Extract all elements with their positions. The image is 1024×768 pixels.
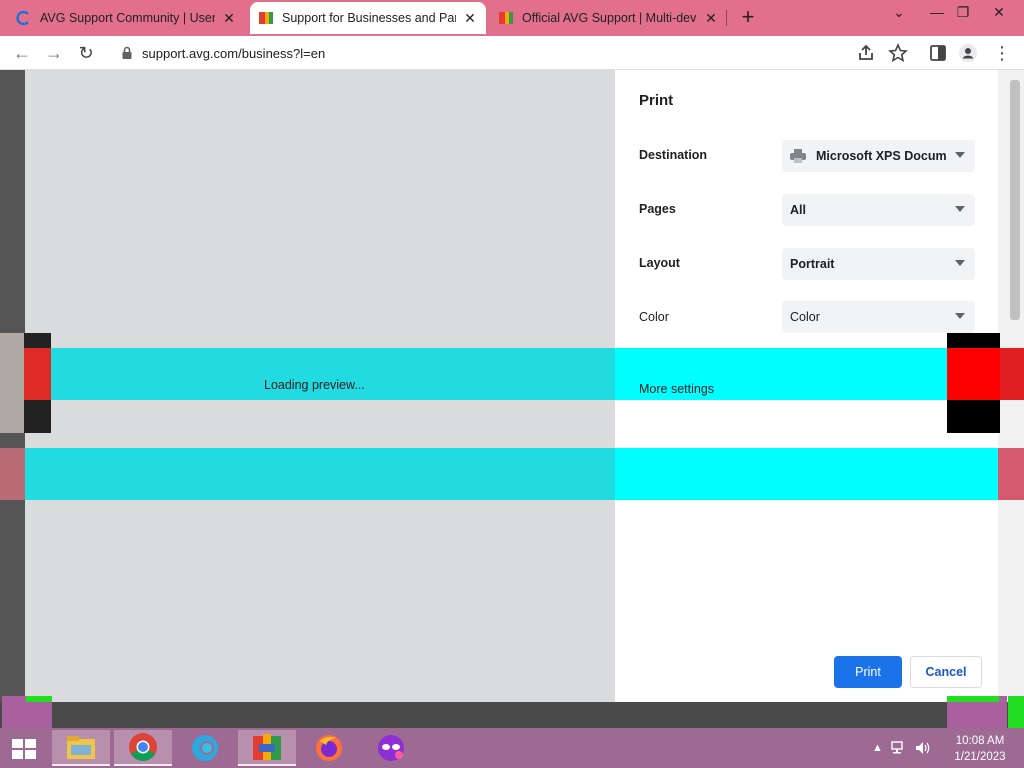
firefox-icon <box>316 735 342 761</box>
close-tab-icon[interactable]: ✕ <box>462 10 478 27</box>
color-select[interactable]: Color <box>782 301 975 333</box>
incognito-app-icon <box>378 735 404 761</box>
overlay-band-top <box>0 348 1024 400</box>
bottom-right-green-edge <box>1008 696 1024 728</box>
dropdown-arrow-icon <box>955 206 965 212</box>
system-tray: ▲ <box>872 736 931 760</box>
taskbar-avg[interactable] <box>238 730 296 766</box>
taskbar-firefox[interactable] <box>300 730 358 766</box>
pages-label: Pages <box>639 202 676 216</box>
color-value: Color <box>790 310 820 324</box>
right-artifact-red <box>947 348 1000 400</box>
back-arrow-icon[interactable]: ← <box>10 41 34 65</box>
taskbar-mask-app[interactable] <box>362 730 420 766</box>
browser-toolbar: ← → ↻ support.avg.com/business?l=en ⋮ <box>0 36 1024 70</box>
profile-avatar-icon[interactable] <box>958 43 978 63</box>
close-tab-icon[interactable]: ✕ <box>703 10 719 27</box>
bottom-left-green <box>26 696 52 702</box>
dropdown-arrow-icon <box>955 313 965 319</box>
dropdown-arrow-icon <box>955 152 965 158</box>
taskbar-file-explorer[interactable] <box>52 730 110 766</box>
taskbar-edge[interactable] <box>176 730 234 766</box>
new-tab-button[interactable]: + <box>736 6 760 30</box>
bottom-right-green <box>947 696 999 702</box>
clock-date: 1/21/2023 <box>954 751 1006 763</box>
forward-arrow-icon[interactable]: → <box>42 41 66 65</box>
left-artifact-red <box>24 348 51 400</box>
edge-icon <box>192 735 218 761</box>
taskbar-clock[interactable]: 10:08 AM 1/21/2023 <box>950 733 1010 765</box>
chrome-icon <box>129 733 157 761</box>
color-label: Color <box>639 310 669 324</box>
tab-avg-business[interactable]: Support for Businesses and Partn ✕ <box>250 2 486 34</box>
menu-kebab-icon[interactable]: ⋮ <box>990 41 1014 65</box>
left-artifact-gray <box>0 333 24 433</box>
loading-preview-text: Loading preview... <box>264 378 365 392</box>
windows-taskbar: ▲ 10:08 AM 1/21/2023 <box>0 728 1024 768</box>
tab-strip: AVG Support Community | User F ✕ Support… <box>0 0 1024 36</box>
volume-icon[interactable] <box>915 741 931 755</box>
network-icon[interactable] <box>891 741 907 755</box>
window-bottom-gap <box>0 702 1024 728</box>
avg-icon <box>253 734 281 760</box>
tab-title: AVG Support Community | User F <box>40 11 215 25</box>
tab-title: Support for Businesses and Partn <box>282 11 457 25</box>
community-c-icon <box>16 10 29 26</box>
layout-select[interactable]: Portrait <box>782 248 975 280</box>
destination-label: Destination <box>639 148 708 162</box>
reload-icon[interactable]: ↻ <box>74 41 98 65</box>
layout-value: Portrait <box>790 257 835 271</box>
clock-time: 10:08 AM <box>955 735 1005 747</box>
url-text: support.avg.com/business?l=en <box>142 45 326 61</box>
more-settings-toggle[interactable]: More settings <box>639 382 714 396</box>
tab-search-chevron-icon[interactable]: ⌄ <box>886 4 912 26</box>
share-icon[interactable] <box>856 43 876 63</box>
cancel-button[interactable]: Cancel <box>910 656 982 688</box>
side-panel-icon[interactable] <box>928 43 948 63</box>
address-bar[interactable]: support.avg.com/business?l=en <box>110 40 850 66</box>
close-window-icon[interactable]: ✕ <box>986 4 1012 26</box>
avg-logo-icon <box>259 12 273 24</box>
dropdown-arrow-icon <box>955 260 965 266</box>
restore-icon[interactable]: ❐ <box>950 4 976 26</box>
bookmark-star-icon[interactable] <box>888 43 908 63</box>
pages-value: All <box>790 203 806 217</box>
tab-avg-official[interactable]: Official AVG Support | Multi-devi ✕ <box>490 2 728 34</box>
tab-separator <box>726 10 727 26</box>
pages-select[interactable]: All <box>782 194 975 226</box>
overlay-band-bottom <box>0 448 1024 500</box>
taskbar-chrome[interactable] <box>114 730 172 766</box>
print-dialog-title: Print <box>639 92 674 109</box>
printer-icon <box>790 149 806 163</box>
file-explorer-icon <box>67 736 95 759</box>
destination-value: Microsoft XPS Docum <box>816 149 947 163</box>
show-hidden-icons-chevron-icon[interactable]: ▲ <box>872 742 883 754</box>
print-button[interactable]: Print <box>834 656 902 688</box>
layout-label: Layout <box>639 256 680 270</box>
minimize-icon[interactable]: — <box>924 4 950 26</box>
windows-start-icon[interactable] <box>10 738 38 760</box>
tab-avg-community[interactable]: AVG Support Community | User F ✕ <box>8 2 246 34</box>
page-scrollbar-thumb[interactable] <box>1010 80 1020 320</box>
avg-logo-icon <box>499 12 513 24</box>
close-tab-icon[interactable]: ✕ <box>221 10 237 27</box>
destination-select[interactable]: Microsoft XPS Docum <box>782 140 975 172</box>
lock-icon <box>122 46 132 59</box>
tab-title: Official AVG Support | Multi-devi <box>522 11 697 25</box>
